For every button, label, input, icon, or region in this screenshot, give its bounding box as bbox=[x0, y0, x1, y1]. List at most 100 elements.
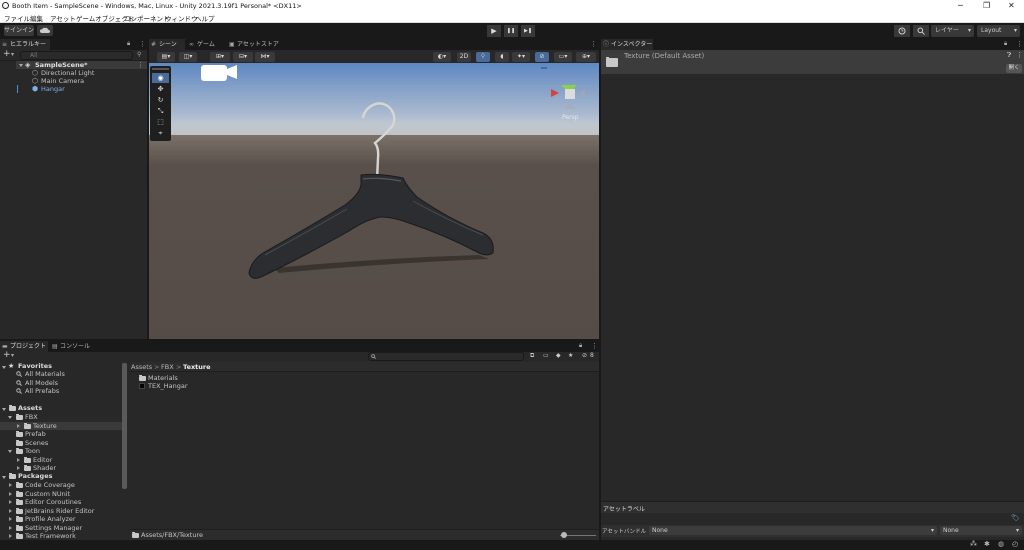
hierarchy-search-input[interactable]: All bbox=[20, 51, 133, 60]
package-item-label[interactable]: Custom NUnit bbox=[25, 490, 70, 498]
open-button[interactable]: 開く bbox=[1006, 64, 1022, 73]
scale-tool-button[interactable]: ⤡ bbox=[152, 106, 169, 116]
history-button[interactable] bbox=[894, 25, 910, 37]
tab-console[interactable]: ▤ コンソール bbox=[50, 341, 92, 352]
menu-window[interactable]: ウィンドウ bbox=[165, 13, 198, 23]
package-item-label[interactable]: Code Coverage bbox=[25, 481, 75, 489]
lighting-toggle[interactable]: 💡︎ bbox=[476, 52, 490, 62]
favorite-item[interactable]: All Materials bbox=[16, 370, 126, 378]
render-mode-dropdown[interactable]: ◐▾ bbox=[433, 52, 451, 62]
packages-label[interactable]: Packages bbox=[18, 472, 52, 480]
asset-variant-dropdown[interactable]: None ▾ bbox=[940, 526, 1022, 535]
chevron-right-icon[interactable] bbox=[9, 483, 12, 487]
tag-icon[interactable]: 🏷︎ bbox=[1011, 514, 1020, 522]
lock-icon[interactable]: 🔒︎ bbox=[127, 40, 130, 48]
rotate-tool-button[interactable]: ↻ bbox=[152, 95, 169, 105]
chevron-right-icon[interactable] bbox=[9, 508, 12, 513]
package-item-label[interactable]: Test Framework bbox=[25, 532, 76, 540]
project-search-input[interactable] bbox=[368, 352, 524, 361]
view-tool-button[interactable]: ◉ bbox=[152, 73, 169, 83]
hidden-objects-toggle[interactable]: ⊘ bbox=[535, 52, 549, 62]
pause-button[interactable]: ❚❚ bbox=[504, 25, 518, 37]
clock-icon[interactable]: ◴ bbox=[1012, 540, 1018, 548]
favorite-icon[interactable]: ★ bbox=[568, 352, 573, 359]
chevron-right-icon[interactable] bbox=[17, 457, 20, 462]
chevron-right-icon[interactable] bbox=[9, 500, 12, 504]
favorites-label[interactable]: Favorites bbox=[18, 362, 52, 370]
chevron-down-icon[interactable]: ▾ bbox=[11, 51, 14, 58]
chevron-right-icon[interactable] bbox=[9, 517, 12, 521]
layers-dropdown[interactable]: レイヤー ▾ bbox=[931, 25, 974, 37]
assets-label[interactable]: Assets bbox=[18, 404, 42, 412]
cloud-button[interactable] bbox=[37, 25, 53, 36]
transform-tool-button[interactable]: ⌖ bbox=[152, 128, 169, 138]
search-button[interactable] bbox=[913, 25, 929, 37]
minimize-button[interactable]: ─ bbox=[958, 1, 963, 10]
tree-scrollbar[interactable] bbox=[122, 363, 127, 489]
tab-game[interactable]: ∞ ゲーム bbox=[187, 39, 223, 50]
menu-edit[interactable]: 編集 bbox=[30, 13, 43, 23]
gizmos-dropdown[interactable]: ⊕▾ bbox=[576, 52, 596, 62]
signin-button[interactable]: サインイン bbox=[4, 25, 34, 36]
lock-icon[interactable]: 🔒︎ bbox=[579, 342, 582, 350]
search-by-type-icon[interactable]: ⧉ bbox=[530, 352, 534, 360]
hierarchy-item-main-camera[interactable]: ⬡ Main Camera bbox=[32, 77, 147, 85]
more-options-icon[interactable]: ⋮ bbox=[1016, 40, 1023, 48]
more-options-icon[interactable]: ⋮ bbox=[590, 40, 597, 48]
scene-row[interactable]: ◈ SampleScene* ⋮ bbox=[16, 61, 147, 69]
drag-handle[interactable] bbox=[152, 68, 169, 70]
add-button[interactable]: + bbox=[3, 350, 11, 360]
breadcrumb-fbx[interactable]: FBX bbox=[161, 363, 174, 371]
breadcrumb-assets[interactable]: Assets bbox=[131, 363, 152, 371]
tab-inspector[interactable]: ⓘ インスペクター bbox=[601, 39, 653, 50]
chevron-down-icon[interactable] bbox=[2, 366, 6, 369]
chevron-right-icon[interactable] bbox=[9, 525, 12, 530]
globe-icon[interactable]: ◍ bbox=[998, 540, 1004, 548]
play-button[interactable]: ▶ bbox=[487, 25, 501, 37]
tab-asset-store[interactable]: ▣ アセットストア bbox=[227, 39, 287, 50]
tag-icon[interactable]: ◆ bbox=[556, 352, 561, 359]
scene-viewport[interactable]: Persp ◉ ✥ ↻ ⤡ ⬚ ⌖ bbox=[149, 63, 599, 339]
hierarchy-item-directional-light[interactable]: ⬡ Directional Light bbox=[32, 69, 147, 77]
rect-tool-button[interactable]: ⬚ bbox=[152, 117, 169, 127]
file-item-materials[interactable]: Materials bbox=[137, 374, 257, 382]
favorite-item[interactable]: All Models bbox=[16, 379, 126, 387]
tab-scene[interactable]: # シーン bbox=[149, 39, 185, 50]
bug-icon[interactable]: ✱ bbox=[984, 540, 990, 548]
breadcrumb-texture[interactable]: Texture bbox=[183, 363, 211, 371]
grid-plane-dropdown[interactable]: ⋈▾ bbox=[255, 52, 275, 62]
icon-size-slider-thumb[interactable] bbox=[561, 532, 567, 538]
help-icon[interactable]: ❓︎ bbox=[1007, 51, 1011, 60]
menu-assets[interactable]: アセット bbox=[50, 13, 76, 23]
chevron-right-icon[interactable] bbox=[9, 534, 12, 538]
file-item-tex-hangar[interactable]: TEX_Hangar bbox=[137, 382, 257, 390]
snap-increment-dropdown[interactable]: ⊟▾ bbox=[233, 52, 253, 62]
close-button[interactable]: ✕ bbox=[1008, 1, 1015, 10]
package-item-label[interactable]: Settings Manager bbox=[25, 524, 82, 532]
menu-component[interactable]: コンポーネント bbox=[124, 13, 170, 23]
chevron-down-icon[interactable]: ▾ bbox=[11, 352, 14, 359]
more-options-icon[interactable]: ⋮ bbox=[139, 40, 146, 48]
more-options-icon[interactable]: ⋮ bbox=[591, 342, 598, 350]
package-item-label[interactable]: Editor Coroutines bbox=[25, 498, 81, 506]
effects-dropdown[interactable]: ✦▾ bbox=[512, 52, 530, 62]
draw-mode-dropdown[interactable]: ▤▾ bbox=[157, 52, 175, 62]
chevron-right-icon[interactable] bbox=[17, 466, 20, 470]
pivot-dropdown[interactable]: ◫▾ bbox=[179, 52, 197, 62]
progress-icon[interactable]: ⁂ bbox=[970, 540, 977, 548]
package-item-label[interactable]: Profile Analyzer bbox=[25, 515, 76, 523]
menu-file[interactable]: ファイル bbox=[4, 13, 30, 23]
chevron-down-icon[interactable] bbox=[2, 476, 6, 479]
hidden-packages-icon[interactable]: ⊘ bbox=[582, 352, 587, 359]
chevron-right-icon[interactable] bbox=[17, 423, 20, 428]
chevron-right-icon[interactable] bbox=[9, 491, 12, 496]
settings-icon[interactable]: ⋮ bbox=[1016, 51, 1023, 59]
audio-toggle[interactable]: ◖ bbox=[495, 52, 509, 62]
more-options-icon[interactable]: ⋮ bbox=[137, 61, 144, 69]
chevron-down-icon[interactable] bbox=[8, 416, 12, 419]
hierarchy-item-hangar[interactable]: ⬢ Hangar bbox=[32, 85, 147, 93]
favorite-item[interactable]: All Prefabs bbox=[16, 387, 126, 395]
scene-visibility-icon[interactable]: ⚲ bbox=[137, 51, 141, 58]
asset-bundle-dropdown[interactable]: None ▾ bbox=[649, 526, 937, 535]
camera-settings-dropdown[interactable]: ▭▾ bbox=[554, 52, 572, 62]
